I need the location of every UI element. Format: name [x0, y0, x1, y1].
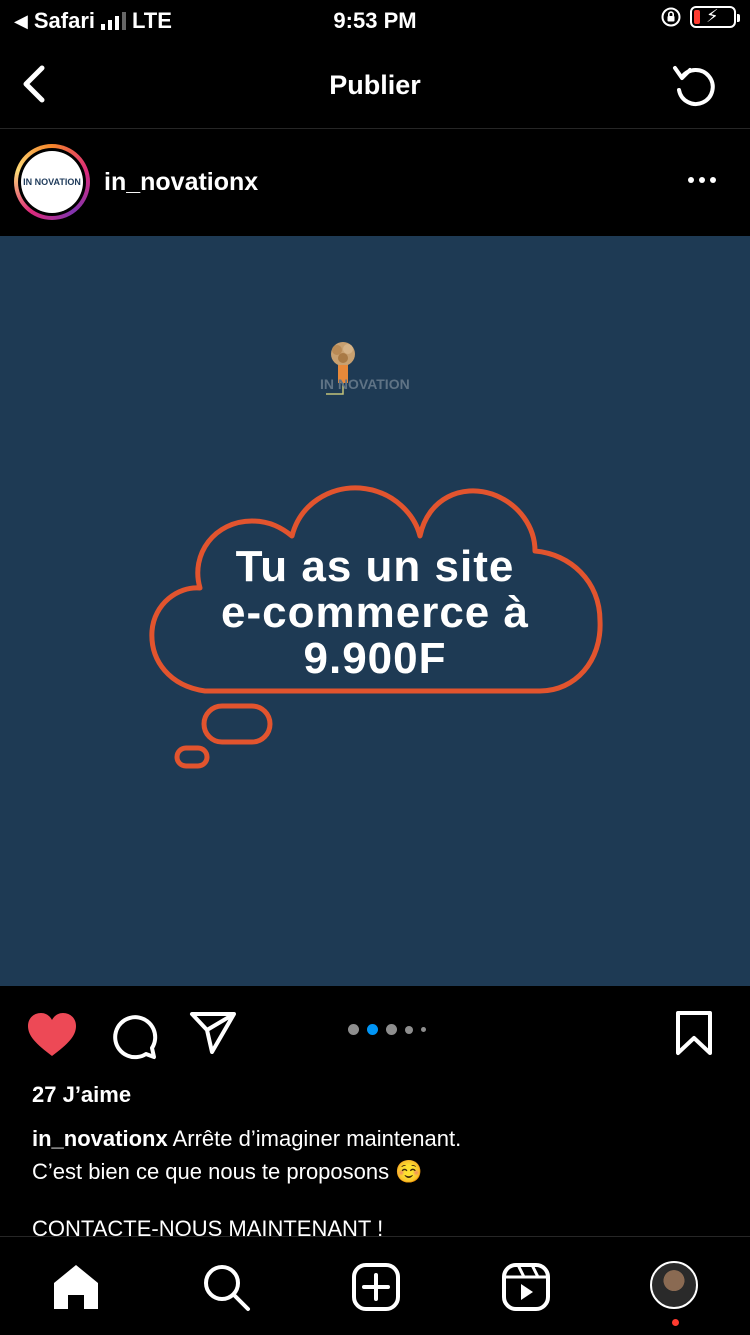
more-options-icon[interactable] — [688, 172, 722, 188]
refresh-icon[interactable] — [670, 60, 720, 110]
caption-line: C’est bien ce que nous te proposons ☺️ — [32, 1159, 423, 1184]
headline-line: Tu as un site — [235, 542, 515, 591]
notification-dot — [672, 1319, 679, 1326]
tab-bar — [0, 1236, 750, 1335]
headline-line: 9.900F — [303, 634, 447, 683]
carousel-dot — [421, 1027, 426, 1032]
carousel-dot — [348, 1024, 359, 1035]
caption-line-cta: CONTACTE-NOUS MAINTENANT ! — [32, 1216, 384, 1236]
share-send-icon[interactable] — [188, 1010, 238, 1054]
like-heart-icon[interactable] — [26, 1012, 78, 1058]
carousel-dot — [386, 1024, 397, 1035]
headline-line: e-commerce à — [221, 588, 529, 637]
status-bar: ◀ Safari LTE 9:53 PM ⚡ — [0, 0, 750, 42]
post-caption: in_novationx Arrête d’imaginer maintenan… — [32, 1122, 722, 1188]
orientation-lock-icon — [661, 7, 681, 27]
status-right: ⚡ — [660, 6, 740, 28]
nav-header: Publier — [0, 42, 750, 129]
comment-icon[interactable] — [108, 1010, 158, 1060]
profile-avatar[interactable] — [650, 1261, 698, 1309]
carousel-dot-active — [367, 1024, 378, 1035]
avatar-logo: IN NOVATION — [21, 151, 83, 213]
create-icon[interactable] — [350, 1261, 402, 1313]
search-icon[interactable] — [200, 1261, 252, 1313]
likes-count[interactable]: 27 J’aime — [32, 1082, 131, 1108]
headline: Tu as un site e-commerce à 9.900F — [150, 544, 600, 682]
page-title: Publier — [329, 70, 421, 100]
action-bar — [0, 986, 750, 1076]
carousel-dot — [405, 1025, 413, 1034]
status-time: 9:53 PM — [333, 8, 417, 33]
battery-icon: ⚡ — [690, 6, 740, 28]
caption-line: Arrête d’imaginer maintenant. — [172, 1126, 462, 1151]
post-media[interactable]: IN NOVATION Tu as un site e-commerce à 9… — [0, 236, 750, 986]
post-username[interactable]: in_novationx — [104, 168, 258, 197]
post-avatar[interactable]: IN NOVATION — [14, 144, 90, 220]
reels-icon[interactable] — [500, 1261, 552, 1313]
carousel-indicator — [348, 1024, 426, 1035]
home-icon[interactable] — [50, 1261, 102, 1313]
brand-logo-text: IN NOVATION — [320, 376, 410, 392]
bookmark-icon[interactable] — [674, 1010, 714, 1056]
caption-username[interactable]: in_novationx — [32, 1126, 168, 1151]
